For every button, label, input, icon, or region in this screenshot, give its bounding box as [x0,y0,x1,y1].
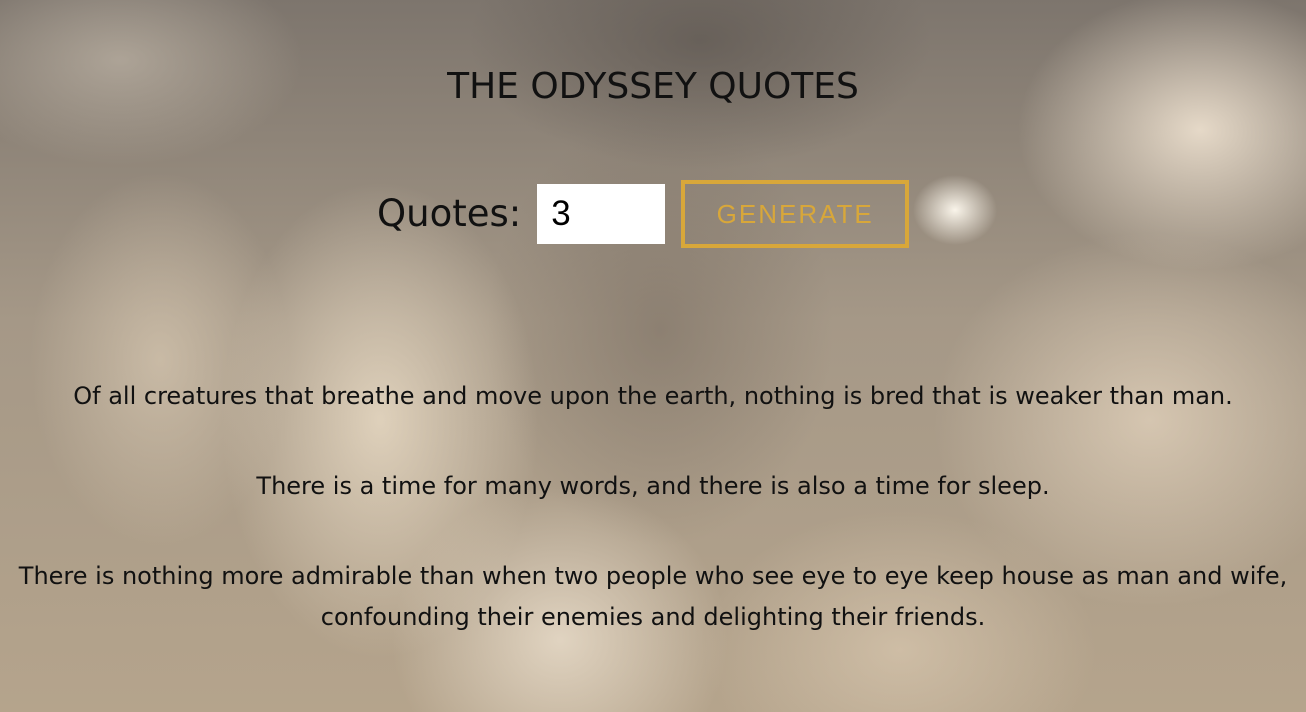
quotes-label: Quotes: [377,192,522,235]
quote-controls: Quotes: GENERATE [377,180,910,248]
quote-count-input[interactable] [537,184,666,244]
quote-item: Of all creatures that breathe and move u… [73,382,1233,410]
quote-item: There is a time for many words, and ther… [256,472,1050,500]
page-title: THE ODYSSEY QUOTES [447,66,859,107]
generate-button[interactable]: GENERATE [681,180,910,248]
quote-item: There is nothing more admirable than whe… [18,562,1288,631]
quote-list: Of all creatures that breathe and move u… [0,376,1306,687]
